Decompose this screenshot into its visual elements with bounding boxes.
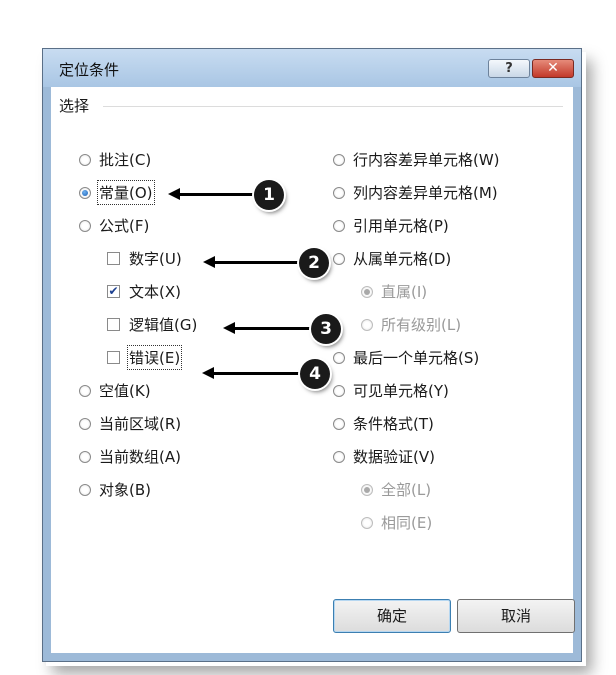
option-all[interactable]: 全部(L) <box>361 479 431 500</box>
option-last-cell[interactable]: 最后一个单元格(S) <box>333 347 479 368</box>
checkbox-icon[interactable] <box>107 351 120 364</box>
radio-selected-icon[interactable] <box>361 285 373 298</box>
option-label: 数字(U) <box>129 250 182 268</box>
option-label: 空值(K) <box>99 382 151 400</box>
callout-1: 1 <box>168 180 284 210</box>
cancel-button[interactable]: 取消 <box>457 599 575 633</box>
option-label: 常量(O) <box>97 180 155 205</box>
option-label: 引用单元格(P) <box>353 217 449 235</box>
option-label: 批注(C) <box>99 151 152 169</box>
radio-icon[interactable] <box>79 483 91 496</box>
option-label: 逻辑值(G) <box>129 316 198 334</box>
option-objects[interactable]: 对象(B) <box>79 479 151 500</box>
radio-icon[interactable] <box>333 252 345 265</box>
ok-button[interactable]: 确定 <box>333 599 451 633</box>
checkbox-icon[interactable] <box>107 252 120 265</box>
option-label: 直属(I) <box>381 283 428 301</box>
radio-icon[interactable] <box>79 219 91 232</box>
option-current-region[interactable]: 当前区域(R) <box>79 413 181 434</box>
radio-icon[interactable] <box>79 153 91 166</box>
option-label: 列内容差异单元格(M) <box>353 184 498 202</box>
callout-2: 2 <box>203 248 329 278</box>
title-bar[interactable]: 定位条件 ? ✕ <box>43 49 581 87</box>
option-blanks[interactable]: 空值(K) <box>79 380 151 401</box>
option-label: 最后一个单元格(S) <box>353 349 480 367</box>
option-visible-cells[interactable]: 可见单元格(Y) <box>333 380 449 401</box>
callout-4: 4 <box>202 359 330 389</box>
option-current-array[interactable]: 当前数组(A) <box>79 446 181 467</box>
dialog-title: 定位条件 <box>59 61 120 79</box>
option-formulas[interactable]: 公式(F) <box>79 215 149 236</box>
option-errors[interactable]: 错误(E) <box>107 345 183 370</box>
option-label: 从属单元格(D) <box>353 250 452 268</box>
option-logicals[interactable]: 逻辑值(G) <box>107 314 197 335</box>
option-text[interactable]: ✔ 文本(X) <box>107 281 181 302</box>
option-label: 条件格式(T) <box>353 415 434 433</box>
close-button[interactable]: ✕ <box>532 59 574 78</box>
option-label: 行内容差异单元格(W) <box>353 151 500 169</box>
option-column-differences[interactable]: 列内容差异单元格(M) <box>333 182 498 203</box>
radio-selected-icon[interactable] <box>361 483 373 496</box>
option-label: 数据验证(V) <box>353 448 435 466</box>
go-to-special-dialog: 定位条件 ? ✕ 选择 批注(C) 常量(O) 公式(F) 数字(U) ✔ 文本… <box>42 48 582 662</box>
radio-icon[interactable] <box>79 417 91 430</box>
radio-icon[interactable] <box>333 153 345 166</box>
radio-icon[interactable] <box>333 450 345 463</box>
option-comments[interactable]: 批注(C) <box>79 149 151 170</box>
arrow-line <box>178 193 256 196</box>
option-all-levels[interactable]: 所有级别(L) <box>361 314 461 335</box>
callout-badge: 2 <box>299 248 329 278</box>
option-conditional-formats[interactable]: 条件格式(T) <box>333 413 434 434</box>
option-row-differences[interactable]: 行内容差异单元格(W) <box>333 149 500 170</box>
option-label: 所有级别(L) <box>381 316 462 334</box>
option-label: 当前数组(A) <box>99 448 181 466</box>
group-divider <box>103 106 563 107</box>
option-same[interactable]: 相同(E) <box>361 512 432 533</box>
option-label: 全部(L) <box>381 481 432 499</box>
radio-icon[interactable] <box>361 516 373 529</box>
radio-icon[interactable] <box>333 351 345 364</box>
option-label: 错误(E) <box>126 345 183 370</box>
radio-icon[interactable] <box>333 417 345 430</box>
callout-badge: 4 <box>300 359 330 389</box>
radio-icon[interactable] <box>333 219 345 232</box>
checkbox-icon[interactable] <box>107 318 120 331</box>
option-direct-only[interactable]: 直属(I) <box>361 281 427 302</box>
arrow-line <box>213 261 301 264</box>
radio-icon[interactable] <box>333 186 345 199</box>
option-label: 相同(E) <box>381 514 433 532</box>
radio-icon[interactable] <box>79 384 91 397</box>
option-constants[interactable]: 常量(O) <box>79 180 155 205</box>
radio-icon[interactable] <box>333 384 345 397</box>
radio-selected-icon[interactable] <box>79 186 91 199</box>
callout-badge: 1 <box>254 180 284 210</box>
option-data-validation[interactable]: 数据验证(V) <box>333 446 435 467</box>
radio-icon[interactable] <box>361 318 373 331</box>
option-precedents[interactable]: 引用单元格(P) <box>333 215 449 236</box>
callout-3: 3 <box>223 314 341 344</box>
callout-badge: 3 <box>311 314 341 344</box>
option-dependents[interactable]: 从属单元格(D) <box>333 248 451 269</box>
help-button[interactable]: ? <box>488 59 530 78</box>
arrow-line <box>233 327 313 330</box>
option-label: 文本(X) <box>129 283 181 301</box>
option-label: 可见单元格(Y) <box>353 382 449 400</box>
option-label: 公式(F) <box>99 217 150 235</box>
option-label: 当前区域(R) <box>99 415 182 433</box>
radio-icon[interactable] <box>79 450 91 463</box>
option-label: 对象(B) <box>99 481 151 499</box>
option-numbers[interactable]: 数字(U) <box>107 248 182 269</box>
arrow-line <box>212 372 302 375</box>
checkbox-checked-icon[interactable]: ✔ <box>107 285 120 298</box>
group-label-select: 选择 <box>59 97 90 115</box>
